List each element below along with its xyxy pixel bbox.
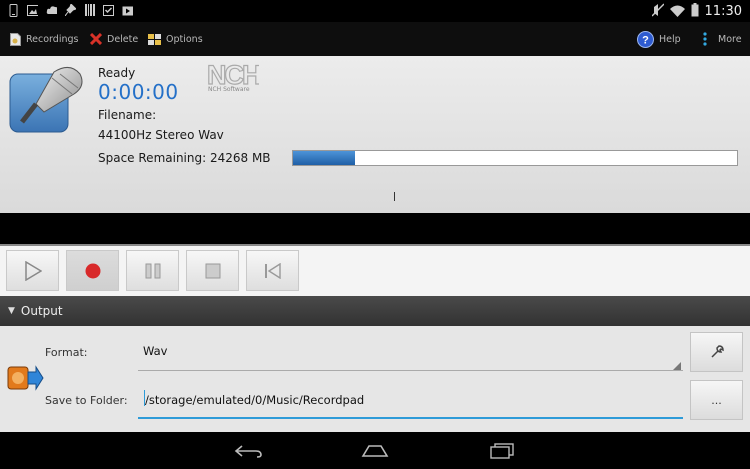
delete-label: Delete	[107, 33, 139, 45]
options-icon	[148, 33, 161, 46]
home-icon[interactable]	[360, 440, 390, 462]
notification-icons	[8, 3, 133, 17]
app-window: 11:30 Recordings Delete Options ? Help M…	[0, 0, 750, 469]
image-icon	[27, 3, 38, 17]
pin-icon	[65, 3, 76, 17]
recordings-button[interactable]: Recordings	[10, 22, 78, 56]
space-progress-bar	[292, 150, 738, 166]
pause-button[interactable]	[126, 250, 179, 291]
more-label: More	[718, 33, 742, 45]
play-icon	[24, 260, 42, 281]
nch-logo-subtext: NCH Software	[208, 86, 250, 93]
battery-icon	[691, 2, 699, 21]
clipboard-check-icon	[103, 3, 114, 17]
options-label: Options	[166, 33, 203, 45]
dropdown-triangle-icon	[673, 362, 681, 370]
space-remaining: Space Remaining: 24268 MB	[98, 151, 271, 165]
more-button[interactable]: More	[703, 22, 742, 56]
status-bar: 11:30	[0, 0, 750, 22]
status-text: Ready	[98, 66, 136, 80]
recorder-info-panel: Ready 0:00:00 NCH NCH Software Filename:…	[0, 56, 750, 213]
stop-button[interactable]	[186, 250, 239, 291]
recordings-label: Recordings	[26, 33, 79, 45]
help-icon: ?	[637, 30, 654, 48]
folder-input-underline	[138, 417, 683, 419]
output-section-header[interactable]: ▼ Output	[0, 296, 750, 326]
timer-display: 0:00:00	[98, 80, 179, 104]
wifi-icon	[669, 2, 685, 21]
system-icons: 11:30	[651, 2, 742, 21]
mute-icon	[651, 2, 665, 21]
svg-text:?: ?	[642, 34, 649, 46]
pause-icon	[145, 263, 160, 278]
folder-label: Save to Folder:	[45, 394, 128, 407]
cloud-upload-icon	[46, 3, 57, 17]
phone-icon	[8, 3, 19, 17]
collapse-triangle-icon: ▼	[8, 306, 15, 316]
format-select[interactable]: Wav	[143, 344, 168, 358]
waveform-area	[3, 214, 747, 244]
output-section: Format: Wav Save to Folder: /storage/emu…	[0, 326, 750, 432]
transport-controls	[0, 246, 750, 296]
recent-apps-icon[interactable]	[487, 440, 517, 462]
space-progress-fill	[293, 151, 356, 165]
delete-button[interactable]: Delete	[90, 22, 138, 56]
barcode-icon	[84, 3, 95, 17]
rewind-button[interactable]	[246, 250, 299, 291]
browse-folder-button[interactable]: ...	[690, 380, 743, 420]
stop-icon	[205, 263, 220, 278]
more-icon	[703, 32, 707, 46]
output-header-label: Output	[20, 304, 63, 318]
options-button[interactable]: Options	[148, 22, 203, 56]
play-button[interactable]	[6, 250, 59, 291]
help-label: Help	[659, 33, 681, 45]
format-settings-button[interactable]	[690, 332, 743, 372]
format-label: Format:	[45, 346, 88, 359]
action-bar: Recordings Delete Options ? Help More	[0, 22, 750, 56]
filename-value: 44100Hz Stereo Wav	[98, 128, 224, 142]
recordings-icon	[10, 32, 21, 46]
microphone-icon	[8, 64, 86, 136]
filename-label: Filename:	[98, 108, 157, 122]
navigation-bar	[0, 432, 750, 469]
back-icon[interactable]	[233, 440, 263, 462]
wrench-icon	[710, 345, 724, 358]
folder-input[interactable]: /storage/emulated/0/Music/Recordpad	[145, 393, 364, 407]
delete-icon	[90, 33, 102, 45]
record-icon	[85, 263, 100, 278]
play-store-icon	[122, 3, 133, 17]
record-button[interactable]	[66, 250, 119, 291]
format-select-underline	[138, 370, 683, 371]
rewind-icon	[264, 262, 281, 279]
output-arrow-icon	[6, 364, 44, 394]
help-button[interactable]: ? Help	[637, 22, 681, 56]
clock: 11:30	[704, 4, 742, 19]
level-marker	[394, 192, 395, 201]
